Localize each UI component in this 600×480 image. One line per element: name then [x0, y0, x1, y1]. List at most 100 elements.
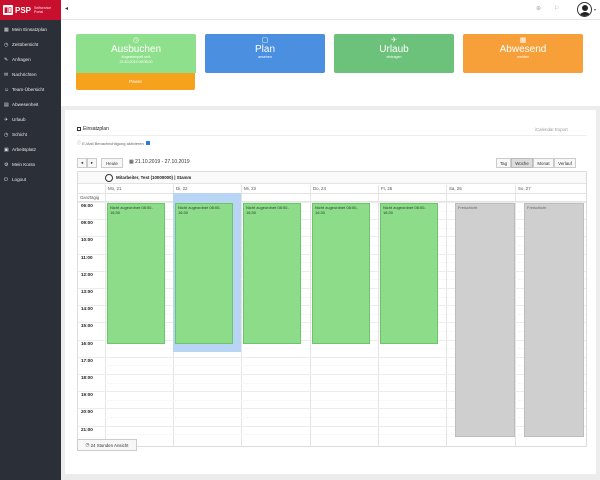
tile-icon: ◷	[132, 37, 140, 44]
hour-label: 14:00	[81, 306, 93, 312]
tile-title: Abwesend	[499, 44, 547, 55]
hour-label: 18:00	[81, 375, 93, 380]
brand-subtitle: Selfservice Portal	[34, 6, 52, 14]
clock-icon: ◷	[4, 131, 9, 138]
gear-icon: ⚙	[4, 161, 9, 168]
tile-urlaub[interactable]: ✈ Urlaub eintragen	[334, 34, 454, 73]
logo-icon: ▮▯	[3, 5, 13, 15]
hour-label: 16:00	[81, 340, 93, 346]
tile-subtitle: eintragen	[386, 55, 402, 59]
tile-subtitle: 22.10.2019 06:05:00	[119, 59, 153, 64]
email-notification-toggle[interactable]: ⓘ E-Mail Benachrichtigung aktivieren	[77, 140, 150, 146]
brand-name: PSP	[15, 5, 32, 15]
sidebar: ▮▯ PSP Selfservice Portal ▦ Mein Einsatzp…	[0, 0, 61, 480]
topbar: ◂ ⊕ ⚐ ▾	[61, 0, 600, 20]
shift-event[interactable]: Nicht zugeordnet 08:00-16:30	[107, 203, 165, 344]
brand[interactable]: ▮▯ PSP Selfservice Portal	[0, 0, 61, 20]
week-calendar: Mitarbeiter, Test (10000000) | Stamm Gan…	[77, 171, 587, 447]
sidebar-item-label: Schicht	[12, 132, 28, 137]
collapse-sidebar-icon[interactable]: ◂	[65, 5, 68, 12]
date-range: ▦ 21.10.2019 - 27.10.2019	[129, 159, 190, 165]
view-tag-button[interactable]: Tag	[496, 158, 511, 168]
sidebar-item-label: Team-Übersicht	[12, 87, 45, 92]
sidebar-item[interactable]: ⚙ Mein Konto	[0, 157, 61, 172]
sidebar-item-label: Mein Einsatzplan	[12, 27, 47, 32]
user-avatar[interactable]	[577, 2, 592, 17]
day-header[interactable]: Sa, 26	[446, 185, 514, 193]
einsatzplan-card: Einsatzplan iCalendar Export ⓘ E-Mail Be…	[65, 110, 596, 474]
clock-icon: ◷	[4, 41, 9, 48]
divider	[77, 135, 587, 136]
pause-button[interactable]: Pause	[76, 73, 195, 90]
resource-row: Mitarbeiter, Test (10000000) | Stamm	[78, 172, 586, 184]
view-verlauf-button[interactable]: Verlauf	[554, 158, 576, 168]
next-button[interactable]: ▸	[87, 158, 97, 168]
plane-icon: ✈	[4, 116, 9, 123]
tile-title: Ausbuchen	[110, 44, 162, 55]
tile-abwesend[interactable]: ▦ Abwesend melden	[463, 34, 583, 73]
sidebar-item[interactable]: ☺ Team-Übersicht	[0, 82, 61, 97]
shift-event[interactable]: Nicht zugeordnet 08:00-16:30	[175, 203, 233, 344]
sidebar-item[interactable]: ✈ Urlaub	[0, 112, 61, 127]
sidebar-item[interactable]: ▤ Abwesenheit	[0, 97, 61, 112]
users-icon: ☺	[4, 86, 10, 93]
envelope-icon: ✉	[4, 71, 9, 78]
free-shift-event[interactable]: Freischicht	[455, 203, 515, 437]
tile-plan[interactable]: ▢ Plan ansehen	[205, 34, 325, 73]
briefcase-icon: ▣	[4, 146, 9, 153]
view-woche-button[interactable]: Woche	[511, 158, 533, 168]
quick-actions: ◷ Ausbuchen Angestempelt seit: 22.10.2019 0…	[61, 20, 600, 106]
day-header[interactable]: Di, 22	[173, 185, 241, 193]
card-title: Einsatzplan	[77, 126, 109, 132]
sidebar-item[interactable]: ⏻ Logout	[0, 172, 61, 187]
today-button[interactable]: Heute	[101, 158, 123, 168]
sidebar-item-label: Mein Konto	[12, 162, 36, 167]
tile-title: Plan	[254, 44, 275, 55]
chevron-down-icon[interactable]: ▾	[594, 7, 596, 12]
calendar-icon: ▦	[4, 26, 9, 33]
day-header[interactable]: Fr, 25	[378, 185, 446, 193]
sidebar-item[interactable]: ✉ Nachrichten	[0, 67, 61, 82]
day-header[interactable]: So, 27	[515, 185, 583, 193]
tile-title: Urlaub	[379, 44, 409, 55]
hour-label: 12:00	[81, 271, 93, 277]
ical-export-button[interactable]: iCalendar Export	[535, 127, 568, 132]
hour-label: 19:00	[81, 392, 93, 398]
calendar-icon	[77, 127, 81, 131]
globe-icon[interactable]: ⊕	[536, 5, 541, 12]
hour-label: 21:00	[81, 426, 93, 432]
tile-icon: ▦	[519, 37, 527, 44]
tile-subtitle: melden	[517, 55, 529, 59]
clipboard-icon: ▤	[4, 101, 9, 108]
shift-event[interactable]: Nicht zugeordnet 08:00-16:30	[243, 203, 301, 344]
toggle-24h-button[interactable]: ◷ 24 Stunden Ansicht	[77, 439, 137, 451]
sidebar-item[interactable]: ▣ Arbeitsplatz	[0, 142, 61, 157]
hour-label: 17:00	[81, 357, 93, 363]
sidebar-item[interactable]: ▦ Mein Einsatzplan	[0, 22, 61, 37]
free-shift-event[interactable]: Freischicht	[524, 203, 584, 437]
day-header[interactable]: Do, 24	[310, 185, 378, 193]
email-checkbox[interactable]	[145, 141, 150, 145]
sidebar-item[interactable]: ✎ Anfragen	[0, 52, 61, 67]
shift-event[interactable]: Nicht zugeordnet 08:00-16:30	[312, 203, 370, 344]
allday-row: Ganztägig	[78, 193, 586, 202]
shift-event[interactable]: Nicht zugeordnet 08:00-16:30	[380, 203, 438, 344]
sidebar-item[interactable]: ◷ Zeitübersicht	[0, 37, 61, 52]
tile-ausbuchen[interactable]: ◷ Ausbuchen Angestempelt seit: 22.10.2019 0…	[76, 34, 196, 73]
view-monat-button[interactable]: Monat	[533, 158, 554, 168]
sidebar-item-label: Urlaub	[12, 117, 26, 122]
sidebar-item-label: Nachrichten	[12, 72, 37, 77]
prev-button[interactable]: ◂	[77, 158, 87, 168]
day-header[interactable]: Mo, 21	[105, 185, 173, 193]
sidebar-item-label: Abwesenheit	[12, 102, 39, 107]
sidebar-item-label: Anfragen	[12, 57, 31, 62]
day-header[interactable]: Mi, 23	[241, 185, 309, 193]
calendar-toolbar: ◂ ▸ Heute ▦ 21.10.2019 - 27.10.2019 Tag W…	[77, 158, 587, 169]
flag-icon[interactable]: ⚐	[554, 5, 559, 12]
sidebar-item-label: Arbeitsplatz	[12, 147, 37, 152]
hour-label: 20:00	[81, 409, 93, 415]
avatar	[105, 174, 113, 182]
tile-icon: ✈	[391, 37, 397, 44]
sidebar-item[interactable]: ◷ Schicht	[0, 127, 61, 142]
hour-label: 10:00	[81, 237, 93, 243]
